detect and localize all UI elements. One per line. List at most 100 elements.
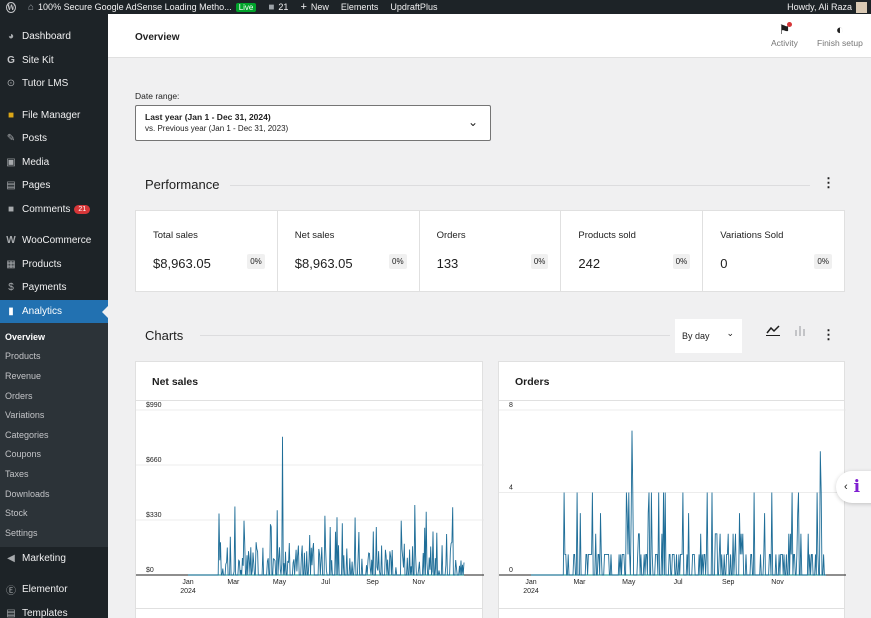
admin-bar: W ⌂ 100% Secure Google AdSense Loading M… — [0, 0, 871, 14]
x-tick-label: Mar — [227, 579, 240, 586]
bar-chart-icon[interactable] — [794, 324, 806, 339]
plus-icon: + — [300, 1, 307, 13]
comments-link[interactable]: ■ 21 — [262, 0, 294, 14]
line-chart-icon[interactable] — [766, 324, 780, 339]
x-tick-label: Nov — [771, 579, 784, 586]
perf-card-products-sold[interactable]: Products sold 242 0% — [561, 211, 704, 291]
submenu-stock[interactable]: Stock — [0, 503, 108, 523]
performance-divider — [230, 185, 810, 186]
menu-templates[interactable]: ▤ Templates — [0, 602, 108, 618]
menu-comments[interactable]: ■ Comments 21 — [0, 198, 108, 222]
x-tick-label: Sep — [366, 579, 379, 586]
submenu-revenue[interactable]: Revenue — [0, 366, 108, 386]
menu-label: WooCommerce — [22, 235, 92, 247]
google-g-icon: G — [7, 54, 15, 66]
submenu-downloads[interactable]: Downloads — [0, 484, 108, 504]
elements-link[interactable]: Elements — [335, 0, 385, 14]
perf-card-variations-sold[interactable]: Variations Sold 0 0% — [703, 211, 844, 291]
menu-dashboard[interactable]: ◕ Dashboard — [0, 25, 108, 49]
orders-chart: 8 4 0 Jan Mar May Jul Sep Nov 2024 — [499, 402, 846, 595]
menu-media[interactable]: ▣ Media — [0, 151, 108, 175]
menu-label: Tutor LMS — [22, 78, 69, 90]
x-tick-label: May — [273, 579, 287, 586]
perf-delta: 0% — [814, 254, 832, 269]
perf-card-net-sales[interactable]: Net sales $8,963.05 0% — [278, 211, 420, 291]
info-i-icon: i — [853, 477, 861, 497]
megaphone-icon: ◀ — [7, 552, 15, 564]
performance-menu-icon[interactable]: ⋮ — [822, 176, 835, 189]
analytics-submenu: Overview Products Revenue Orders Variati… — [0, 323, 108, 547]
net-sales-chart-card: Net sales $990 $660 $330 $0 Jan Mar May Jul Sep N… — [135, 361, 484, 618]
menu-payments[interactable]: $ Payments — [0, 276, 108, 300]
finish-setup-label: Finish setup — [817, 38, 863, 48]
bar-chart-icon: ▮ — [8, 305, 14, 317]
menu-label: Site Kit — [22, 54, 54, 66]
charts-menu-icon[interactable]: ⋮ — [822, 328, 835, 341]
submenu-categories[interactable]: Categories — [0, 425, 108, 445]
x-tick-label: Sep — [722, 579, 735, 586]
submenu-settings[interactable]: Settings — [0, 523, 108, 543]
tutor-owl-icon: ⊙ — [6, 78, 16, 90]
submenu-coupons[interactable]: Coupons — [0, 445, 108, 465]
submenu-variations[interactable]: Variations — [0, 405, 108, 425]
menu-pages[interactable]: ▤ Pages — [0, 174, 108, 198]
series-line-current — [531, 430, 826, 576]
perf-label: Orders — [436, 230, 466, 241]
menu-tutor-lms[interactable]: ⊙ Tutor LMS — [0, 72, 108, 96]
menu-posts[interactable]: ✎ Posts — [0, 127, 108, 151]
submenu-overview[interactable]: Overview — [0, 327, 108, 347]
chevron-down-icon: ⌄ — [467, 115, 478, 129]
page-header: Overview ⚑ Activity ◐ Finish setup — [108, 14, 871, 58]
side-panel-toggle[interactable]: ‹ i — [836, 471, 871, 503]
archive-box-icon: ▦ — [6, 258, 16, 270]
my-account-link[interactable]: Howdy, Ali Raza — [787, 1, 871, 13]
perf-label: Products sold — [578, 230, 636, 241]
home-icon: ⌂ — [28, 1, 35, 13]
date-range-primary: Last year (Jan 1 - Dec 31, 2024) — [145, 112, 271, 122]
orders-chart-card: Orders 8 4 0 Jan Mar May Jul Sep Nov 2024 — [498, 361, 846, 618]
site-title: 100% Secure Google AdSense Loading Metho… — [38, 2, 232, 12]
perf-value: $8,963.05 — [153, 256, 211, 271]
x-tick-label: May — [622, 579, 636, 586]
y-tick-label: 8 — [509, 402, 513, 409]
submenu-orders[interactable]: Orders — [0, 386, 108, 406]
menu-elementor[interactable]: Ⓔ Elementor — [0, 578, 108, 602]
menu-label: Analytics — [22, 305, 63, 317]
media-icon: ▣ — [6, 156, 16, 168]
menu-site-kit[interactable]: G Site Kit — [0, 49, 108, 73]
site-name-link[interactable]: ⌂ 100% Secure Google AdSense Loading Met… — [22, 0, 262, 14]
perf-delta: 0% — [247, 254, 265, 269]
menu-file-manager[interactable]: ■ File Manager — [0, 104, 108, 128]
perf-card-total-sales[interactable]: Total sales $8,963.05 0% — [136, 211, 278, 291]
perf-delta: 0% — [530, 254, 549, 269]
charts-title: Charts — [145, 328, 184, 343]
perf-card-orders[interactable]: Orders 133 0% — [420, 211, 562, 291]
x-tick-label: Mar — [573, 579, 586, 586]
menu-analytics[interactable]: ▮ Analytics — [0, 299, 108, 323]
date-range-select[interactable]: Last year (Jan 1 - Dec 31, 2024) vs. Pre… — [135, 105, 491, 141]
new-label: New — [310, 2, 329, 12]
main-content: Date range: Last year (Jan 1 - Dec 31, 2… — [108, 58, 871, 618]
menu-marketing[interactable]: ◀ Marketing — [0, 547, 108, 571]
half-circle-icon: ◐ — [835, 22, 844, 37]
submenu-products[interactable]: Products — [0, 347, 108, 367]
menu-woocommerce[interactable]: W WooCommerce — [0, 229, 108, 253]
y-tick-label: $990 — [146, 402, 162, 409]
perf-label: Net sales — [294, 230, 335, 241]
perf-value: 133 — [436, 256, 459, 271]
wordpress-logo-icon[interactable]: W — [0, 0, 22, 14]
x-tick-label: Jan — [182, 579, 193, 586]
menu-label: File Manager — [22, 109, 81, 121]
new-content-link[interactable]: + New — [294, 0, 334, 14]
interval-select[interactable]: By day ⌄ — [675, 319, 742, 353]
x-tick-label: Jan — [525, 579, 536, 586]
pushpin-icon: ✎ — [6, 133, 16, 145]
menu-label: Media — [22, 156, 50, 168]
finish-setup-button[interactable]: ◐ Finish setup — [817, 21, 863, 48]
updraftplus-link[interactable]: UpdraftPlus — [384, 0, 443, 14]
activity-button[interactable]: ⚑ Activity — [771, 21, 798, 48]
menu-label: Dashboard — [22, 31, 71, 43]
menu-products[interactable]: ▦ Products — [0, 253, 108, 277]
elementor-icon: Ⓔ — [6, 586, 16, 598]
submenu-taxes[interactable]: Taxes — [0, 464, 108, 484]
